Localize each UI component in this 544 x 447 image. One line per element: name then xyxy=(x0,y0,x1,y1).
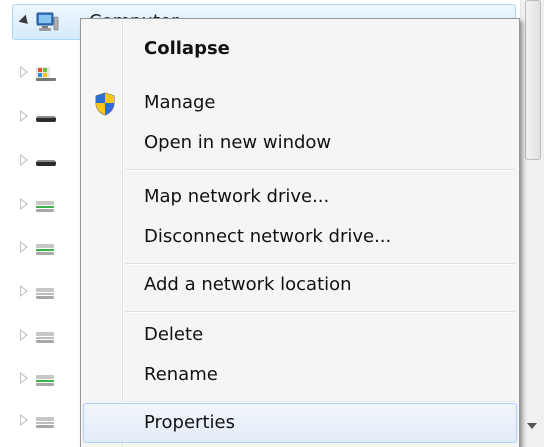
tree-item[interactable] xyxy=(20,277,80,307)
menu-item-label: Delete xyxy=(144,324,204,345)
collapsed-arrow-icon[interactable] xyxy=(20,241,28,253)
menu-spacer xyxy=(125,75,515,76)
menu-item-collapse[interactable]: Collapse xyxy=(83,29,517,69)
tree-item[interactable] xyxy=(20,190,80,220)
menu-item-rename[interactable]: Rename xyxy=(83,355,517,395)
collapsed-arrow-icon[interactable] xyxy=(20,198,28,210)
network-drive-icon xyxy=(36,332,54,343)
network-drive-icon xyxy=(36,244,54,255)
tree-item[interactable] xyxy=(20,233,80,263)
tree-item[interactable] xyxy=(20,146,80,176)
menu-item-add-network-location[interactable]: Add a network location xyxy=(83,265,517,305)
menu-item-disconnect-network-drive[interactable]: Disconnect network drive... xyxy=(83,217,517,257)
menu-item-label: Disconnect network drive... xyxy=(144,226,392,247)
scroll-down-arrow-icon[interactable] xyxy=(527,423,537,429)
tree-item[interactable] xyxy=(20,58,80,88)
os-drive-icon xyxy=(36,67,56,81)
menu-item-manage[interactable]: Manage xyxy=(83,83,517,123)
network-drive-icon xyxy=(36,201,54,212)
menu-item-map-network-drive[interactable]: Map network drive... xyxy=(83,177,517,217)
network-drive-icon xyxy=(36,417,54,428)
menu-item-label: Collapse xyxy=(144,38,230,59)
scrollbar-thumb[interactable] xyxy=(525,0,541,160)
collapsed-arrow-icon[interactable] xyxy=(20,372,28,384)
tree-item[interactable] xyxy=(20,102,80,132)
menu-separator xyxy=(125,169,515,171)
menu-item-label: Add a network location xyxy=(144,274,352,295)
menu-item-delete[interactable]: Delete xyxy=(83,315,517,355)
network-drive-icon xyxy=(36,288,54,299)
tree-item[interactable] xyxy=(20,406,80,436)
explorer-navigation-pane: Computer xyxy=(0,0,544,447)
tree-item[interactable] xyxy=(20,364,80,394)
hard-drive-icon xyxy=(36,160,56,166)
uac-shield-icon xyxy=(95,92,115,116)
menu-item-label: Map network drive... xyxy=(144,186,330,207)
collapsed-arrow-icon[interactable] xyxy=(20,154,28,166)
collapsed-arrow-icon[interactable] xyxy=(20,285,28,297)
collapsed-arrow-icon[interactable] xyxy=(20,329,28,341)
vertical-scrollbar[interactable] xyxy=(520,0,544,447)
tree-item[interactable] xyxy=(20,321,80,351)
collapsed-arrow-icon[interactable] xyxy=(20,110,28,122)
collapsed-arrow-icon[interactable] xyxy=(20,66,28,78)
computer-icon xyxy=(36,12,59,31)
collapsed-arrow-icon[interactable] xyxy=(20,414,28,426)
network-drive-icon xyxy=(36,375,54,386)
menu-item-open-in-new-window[interactable]: Open in new window xyxy=(83,123,517,163)
menu-separator xyxy=(125,311,515,313)
menu-item-label: Rename xyxy=(144,364,218,385)
context-menu: Collapse Manage Open in new window Map n… xyxy=(80,18,520,447)
menu-item-label: Manage xyxy=(144,92,216,113)
hard-drive-icon xyxy=(36,116,56,122)
menu-item-label: Properties xyxy=(144,412,235,433)
expanded-arrow-icon[interactable] xyxy=(18,14,32,28)
menu-item-properties[interactable]: Properties xyxy=(83,403,517,443)
menu-item-label: Open in new window xyxy=(144,132,332,153)
